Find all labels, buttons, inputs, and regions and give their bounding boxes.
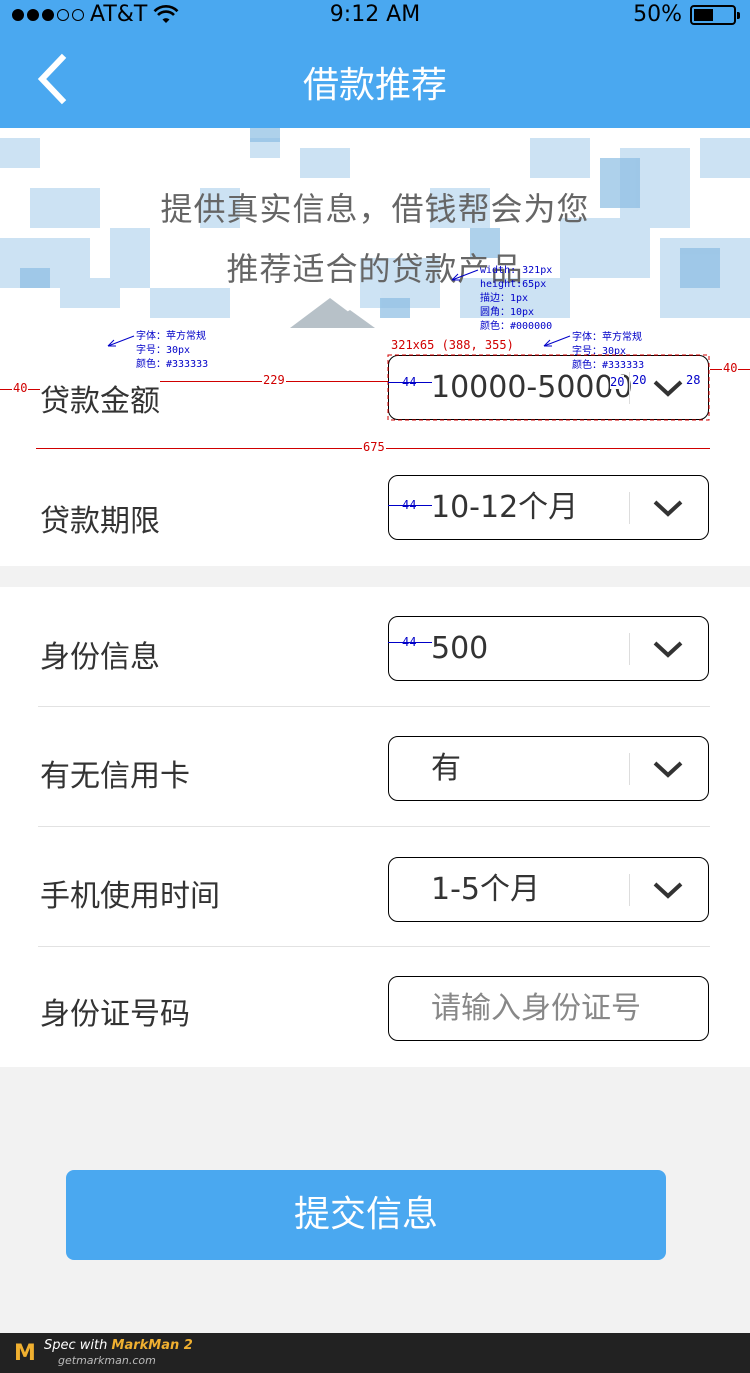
markman-logo: M <box>14 1341 36 1366</box>
chevron-down-icon <box>653 761 683 778</box>
id-number-label: 身份证号码 <box>40 997 190 1032</box>
status-bar: AT&T 9:12 AM 50% <box>0 0 750 30</box>
select-divider <box>629 753 630 785</box>
form-row-loan-term: 贷款期限 10-12个月 <box>38 448 710 568</box>
page-title: 借款推荐 <box>302 65 447 106</box>
dim-44: 44 <box>402 498 417 512</box>
dim-675: 675 <box>362 440 386 454</box>
submit-button[interactable]: 提交信息 <box>66 1170 666 1260</box>
credit-card-select[interactable]: 有 <box>388 736 709 801</box>
dim-28: 28 <box>686 373 701 387</box>
personal-section: 身份信息 500 有无信用卡 有 手机使用时间 1-5个月 身份证号码 请输入身… <box>0 587 750 1067</box>
chevron-down-icon <box>653 882 683 899</box>
select-divider <box>629 372 630 404</box>
chevron-down-icon <box>653 500 683 517</box>
chevron-down-icon <box>653 380 683 397</box>
markman-footer: M Spec with MarkMan 2 getmarkman.com <box>0 1333 750 1373</box>
phone-usage-value: 1-5个月 <box>431 872 540 907</box>
select-divider <box>629 492 630 524</box>
value-spec-note: 字体：苹方常规 字号：30px 颜色：#333333 <box>572 332 645 371</box>
loan-amount-select[interactable]: 10000-50000 <box>388 355 709 420</box>
identity-select[interactable]: 500 <box>388 616 709 681</box>
phone-usage-select[interactable]: 1-5个月 <box>388 857 709 922</box>
dim-44: 44 <box>402 375 417 389</box>
select-divider <box>629 633 630 665</box>
id-number-placeholder: 请输入身份证号 <box>431 991 641 1026</box>
form-row-id-number: 身份证号码 请输入身份证号 <box>38 947 710 1067</box>
banner-line-1: 提供真实信息，借钱帮会为您 <box>160 190 590 228</box>
markman-tagline: Spec with MarkMan 2 <box>44 1338 193 1353</box>
dim-229: 229 <box>262 373 286 387</box>
banner-line-2: 推荐适合的贷款产品 <box>226 250 524 288</box>
form-row-identity: 身份信息 500 <box>38 587 710 707</box>
credit-card-value: 有 <box>431 751 461 786</box>
dim-right-40: 40 <box>722 361 739 375</box>
id-number-input[interactable]: 请输入身份证号 <box>388 976 709 1041</box>
markman-url: getmarkman.com <box>58 1354 156 1367</box>
form-row-phone-usage: 手机使用时间 1-5个月 <box>38 827 710 947</box>
loan-amount-label: 贷款金额 <box>40 384 160 419</box>
form-row-credit-card: 有无信用卡 有 <box>38 707 710 827</box>
box-size-note: 321x65 (388, 355) <box>391 338 514 352</box>
label-spec-note: 字体：苹方常规 字号：30px 颜色：#333333 <box>136 331 209 370</box>
dim-20-a: 20 <box>610 375 625 389</box>
chevron-down-icon <box>653 641 683 658</box>
nav-bar: 借款推荐 <box>0 30 750 128</box>
dim-left-40: 40 <box>12 381 29 395</box>
identity-value: 500 <box>431 631 489 666</box>
banner: 提供真实信息，借钱帮会为您 推荐适合的贷款产品 <box>0 128 750 328</box>
select-divider <box>629 874 630 906</box>
box-spec-note: width: 321px height:65px 描边：1px 圆角：10px … <box>480 265 553 332</box>
battery-icon <box>690 4 740 25</box>
dim-20-b: 20 <box>632 373 647 387</box>
loan-term-label: 贷款期限 <box>40 504 160 539</box>
loan-term-value: 10-12个月 <box>431 490 579 525</box>
loan-term-select[interactable]: 10-12个月 <box>388 475 709 540</box>
battery-percent: 50% <box>633 2 682 27</box>
phone-usage-label: 手机使用时间 <box>40 879 220 914</box>
dim-44: 44 <box>402 635 417 649</box>
credit-card-label: 有无信用卡 <box>40 759 190 794</box>
identity-label: 身份信息 <box>40 640 160 675</box>
